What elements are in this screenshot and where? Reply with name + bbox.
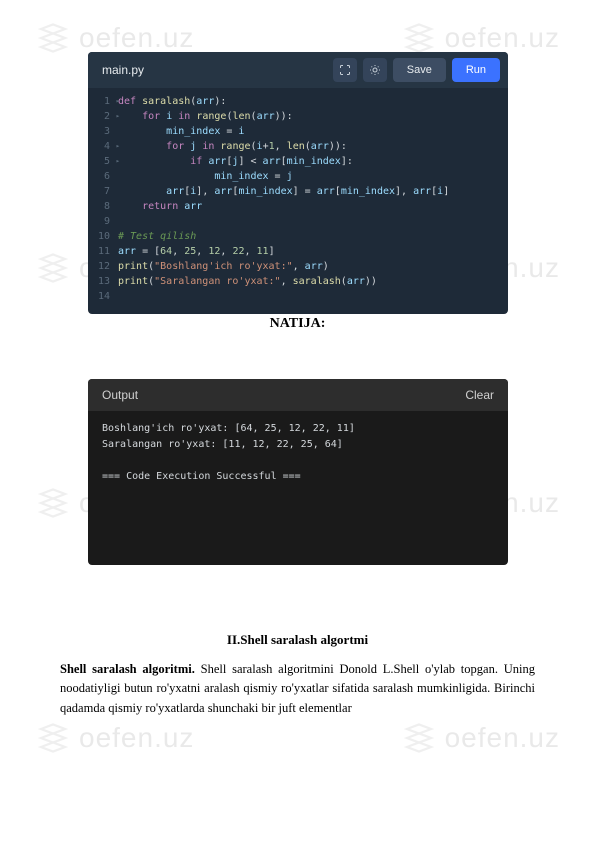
code-line: 2 for i in range(len(arr)): [88, 109, 508, 124]
code-line: 11arr = [64, 25, 12, 22, 11] [88, 244, 508, 259]
line-number: 10 [96, 229, 118, 244]
output-text: Boshlang'ich ro'yxat: [64, 25, 12, 22, 1… [88, 411, 508, 565]
output-panel: Output Clear Boshlang'ich ro'yxat: [64, … [88, 379, 508, 565]
code-line: 13print("Saralangan ro'yxat:", saralash(… [88, 274, 508, 289]
code-line: 14 [88, 289, 508, 304]
output-title: Output [102, 388, 138, 402]
watermark: oefen.uz [401, 20, 560, 56]
code-content: arr[i], arr[min_index] = arr[min_index],… [118, 184, 449, 199]
code-line: 9 [88, 214, 508, 229]
line-number: 12 [96, 259, 118, 274]
editor-header: main.py Save Run [88, 52, 508, 88]
watermark: oefen.uz [35, 20, 194, 56]
filename-label: main.py [102, 63, 327, 77]
code-line: 1def saralash(arr): [88, 94, 508, 109]
code-line: 3 min_index = i [88, 124, 508, 139]
line-number: 13 [96, 274, 118, 289]
line-number: 8 [96, 199, 118, 214]
code-content: def saralash(arr): [118, 94, 226, 109]
code-area[interactable]: 1def saralash(arr):2 for i in range(len(… [88, 88, 508, 314]
line-number: 9 [96, 214, 118, 229]
result-heading: NATIJA: [0, 316, 595, 332]
run-button[interactable]: Run [452, 58, 500, 82]
code-line: 7 arr[i], arr[min_index] = arr[min_index… [88, 184, 508, 199]
code-content: return arr [118, 199, 202, 214]
save-button[interactable]: Save [393, 58, 446, 82]
line-number: 1 [96, 94, 118, 109]
body-paragraph: Shell saralash algoritmi. Shell saralash… [60, 660, 535, 718]
code-line: 6 min_index = j [88, 169, 508, 184]
clear-button[interactable]: Clear [465, 388, 494, 402]
section-title: II.Shell saralash algortmi [0, 632, 595, 648]
line-number: 5 [96, 154, 118, 169]
line-number: 2 [96, 109, 118, 124]
line-number: 3 [96, 124, 118, 139]
code-content: arr = [64, 25, 12, 22, 11] [118, 244, 275, 259]
code-content: print("Boshlang'ich ro'yxat:", arr) [118, 259, 329, 274]
expand-icon[interactable] [333, 58, 357, 82]
code-content: min_index = j [118, 169, 293, 184]
code-line: 5 if arr[j] < arr[min_index]: [88, 154, 508, 169]
line-number: 14 [96, 289, 118, 304]
code-editor: main.py Save Run 1def saralash(arr):2 fo… [88, 52, 508, 314]
theme-icon[interactable] [363, 58, 387, 82]
output-header: Output Clear [88, 379, 508, 411]
line-number: 4 [96, 139, 118, 154]
line-number: 11 [96, 244, 118, 259]
line-number: 7 [96, 184, 118, 199]
code-content: min_index = i [118, 124, 244, 139]
code-line: 12print("Boshlang'ich ro'yxat:", arr) [88, 259, 508, 274]
code-content: print("Saralangan ro'yxat:", saralash(ar… [118, 274, 377, 289]
watermark: oefen.uz [401, 720, 560, 756]
code-line: 8 return arr [88, 199, 508, 214]
code-line: 10# Test qilish [88, 229, 508, 244]
code-line: 4 for j in range(i+1, len(arr)): [88, 139, 508, 154]
code-content: for j in range(i+1, len(arr)): [118, 139, 347, 154]
line-number: 6 [96, 169, 118, 184]
code-content: if arr[j] < arr[min_index]: [118, 154, 353, 169]
code-content: for i in range(len(arr)): [118, 109, 293, 124]
code-content: # Test qilish [118, 229, 196, 244]
watermark: oefen.uz [35, 720, 194, 756]
